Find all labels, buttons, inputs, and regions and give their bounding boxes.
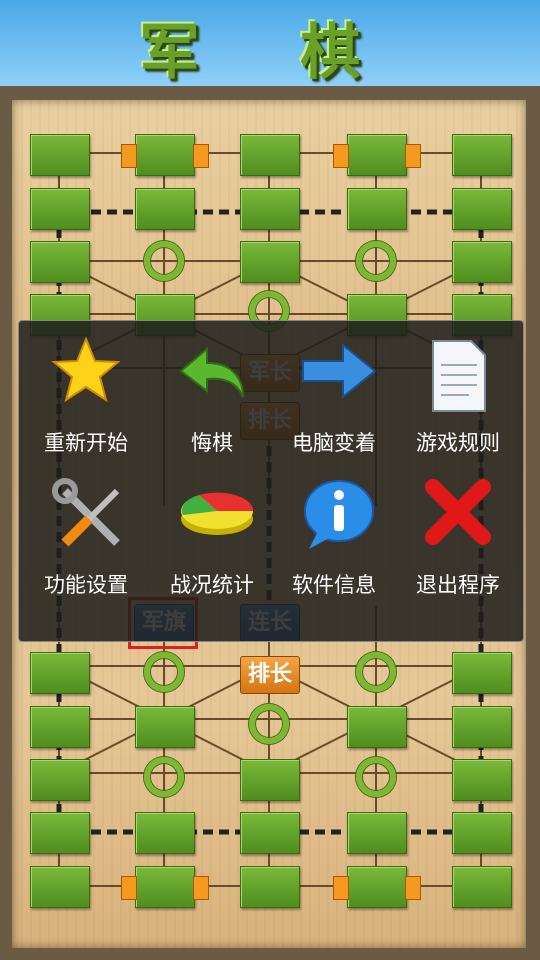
headquarters-marker — [121, 144, 137, 168]
headquarters-marker — [333, 876, 349, 900]
station[interactable] — [452, 866, 512, 908]
station[interactable] — [240, 866, 300, 908]
camp[interactable] — [144, 652, 184, 692]
menu-label: 功能设置 — [44, 573, 128, 597]
headquarters-marker — [333, 144, 349, 168]
station[interactable] — [452, 706, 512, 748]
headquarters-marker — [193, 144, 209, 168]
station[interactable] — [135, 134, 195, 176]
star-icon — [51, 336, 121, 403]
station[interactable] — [30, 652, 90, 694]
station[interactable] — [30, 134, 90, 176]
camp[interactable] — [356, 241, 396, 281]
camp[interactable] — [249, 704, 289, 744]
station[interactable] — [452, 241, 512, 283]
menu-label: 退出程序 — [416, 573, 500, 597]
menu-label: 游戏规则 — [416, 431, 500, 455]
station[interactable] — [30, 706, 90, 748]
menu-item-computer-move[interactable]: 电脑变着 — [271, 321, 397, 461]
camp[interactable] — [144, 757, 184, 797]
station[interactable] — [452, 759, 512, 801]
title-bar: 军 棋 — [0, 0, 540, 88]
station[interactable] — [452, 652, 512, 694]
menu-label: 软件信息 — [292, 573, 376, 597]
station[interactable] — [30, 866, 90, 908]
station[interactable] — [347, 188, 407, 230]
station[interactable] — [240, 188, 300, 230]
station[interactable] — [30, 241, 90, 283]
tools-icon — [52, 478, 120, 547]
station[interactable] — [240, 241, 300, 283]
undo-arrow-icon — [179, 346, 244, 398]
headquarters-marker — [121, 876, 137, 900]
menu-item-statistics[interactable]: 战况统计 — [149, 463, 275, 603]
station[interactable] — [30, 759, 90, 801]
station[interactable] — [135, 188, 195, 230]
station[interactable] — [30, 188, 90, 230]
headquarters-marker — [405, 144, 421, 168]
game-menu: 重新开始 悔棋 电脑变着 游戏规则 功能设置 战况统计 软件信息 退出程序 — [18, 320, 524, 642]
station[interactable] — [347, 706, 407, 748]
headquarters-marker — [405, 876, 421, 900]
menu-label: 电脑变着 — [292, 431, 376, 455]
menu-item-settings[interactable]: 功能设置 — [23, 463, 149, 603]
camp[interactable] — [144, 241, 184, 281]
station[interactable] — [135, 812, 195, 854]
info-icon — [304, 480, 374, 549]
camp[interactable] — [356, 757, 396, 797]
station[interactable] — [240, 759, 300, 801]
piece-bottom-paizhang[interactable]: 排长 — [240, 656, 300, 694]
station[interactable] — [452, 134, 512, 176]
menu-item-exit[interactable]: 退出程序 — [395, 463, 521, 603]
exit-x-icon — [425, 479, 491, 545]
menu-label: 战况统计 — [170, 573, 254, 597]
station[interactable] — [30, 812, 90, 854]
station[interactable] — [347, 812, 407, 854]
game-title: 军 棋 — [139, 18, 401, 88]
station[interactable] — [347, 866, 407, 908]
document-icon — [432, 340, 486, 412]
station[interactable] — [452, 188, 512, 230]
menu-label: 重新开始 — [44, 431, 128, 455]
station[interactable] — [452, 812, 512, 854]
pie-chart-icon — [181, 492, 254, 535]
camp[interactable] — [356, 652, 396, 692]
station[interactable] — [135, 706, 195, 748]
station[interactable] — [135, 866, 195, 908]
station[interactable] — [240, 812, 300, 854]
station[interactable] — [240, 134, 300, 176]
right-arrow-icon — [302, 342, 377, 400]
menu-item-about[interactable]: 软件信息 — [271, 463, 397, 603]
menu-label: 悔棋 — [191, 431, 233, 455]
headquarters-marker — [193, 876, 209, 900]
menu-item-restart[interactable]: 重新开始 — [23, 321, 149, 461]
menu-item-undo[interactable]: 悔棋 — [149, 321, 275, 461]
station[interactable] — [347, 134, 407, 176]
menu-item-rules[interactable]: 游戏规则 — [395, 321, 521, 461]
